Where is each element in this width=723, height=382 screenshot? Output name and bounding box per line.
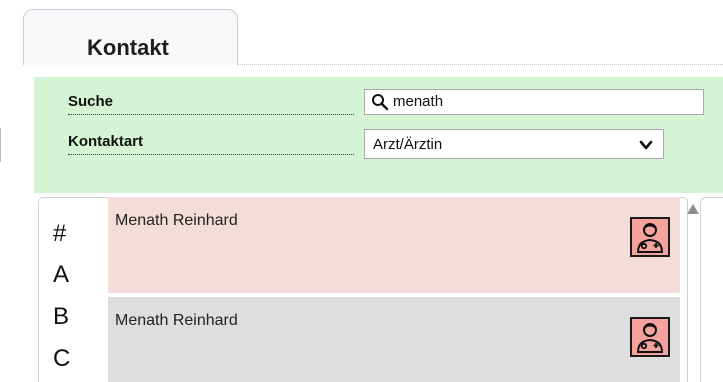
index-c[interactable]: C (53, 347, 70, 371)
index-a[interactable]: A (53, 263, 69, 287)
contact-type-select[interactable]: Arzt/Ärztin (364, 129, 664, 159)
contact-type-value: Arzt/Ärztin (373, 136, 443, 153)
tab-divider (238, 64, 723, 66)
tab-kontakt[interactable]: Kontakt (23, 9, 238, 65)
list-item[interactable]: Menath Reinhard (108, 197, 680, 293)
search-label: Suche (68, 93, 354, 115)
list-item[interactable]: Menath Reinhard (108, 297, 680, 382)
detail-pane-edge (700, 197, 723, 382)
contact-type-label: Kontaktart (68, 133, 354, 155)
doctor-icon (630, 217, 670, 257)
contact-name: Menath Reinhard (115, 312, 238, 329)
search-panel: Suche menath Kontaktart Arzt/Ärztin (34, 77, 723, 193)
search-input[interactable]: menath (364, 89, 704, 115)
contact-window: Kontakt Suche menath Kontaktart Arzt/Ärz… (0, 0, 723, 382)
index-hash[interactable]: # (53, 222, 66, 246)
search-query: menath (393, 93, 444, 110)
search-icon (372, 94, 389, 111)
doctor-icon (630, 317, 670, 357)
tab-label: Kontakt (87, 35, 169, 60)
left-edge-marker (0, 128, 1, 162)
contact-name: Menath Reinhard (115, 212, 238, 229)
chevron-down-icon (639, 140, 653, 150)
index-b[interactable]: B (53, 305, 69, 329)
scroll-up-icon[interactable] (686, 203, 700, 215)
